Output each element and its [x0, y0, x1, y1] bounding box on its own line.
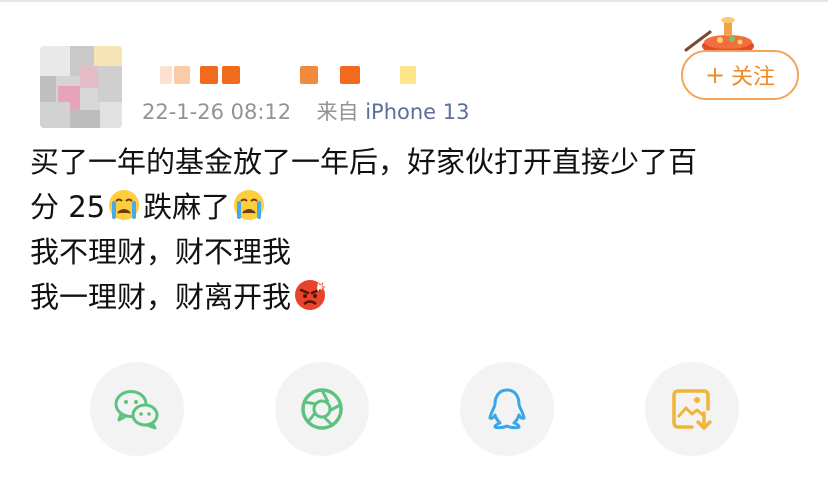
follow-label: 关注 [731, 65, 776, 90]
follow-button[interactable]: + 关注 [681, 50, 799, 100]
post-source-prefix: 来自 [316, 100, 359, 124]
post-timestamp: 22-1-26 08:12 [142, 100, 292, 124]
moments-icon [301, 388, 343, 430]
top-divider [0, 0, 828, 2]
post-line-2: 分 25 跌麻了 [30, 185, 800, 230]
save-image-icon [672, 389, 712, 430]
post-line-3: 我不理财，财不理我 [30, 235, 292, 269]
post-line-4: 我一理财，财离开我 [30, 275, 800, 320]
wechat-icon [114, 390, 159, 430]
post-line-2-text-b: 跌麻了 [143, 190, 231, 224]
username-redacted[interactable] [160, 66, 420, 84]
crying-face-icon [234, 190, 265, 220]
crying-face-icon [109, 190, 140, 220]
post-line-4-text: 我一理财，财离开我 [30, 280, 292, 314]
plus-icon: + [704, 61, 726, 89]
post-line-1: 买了一年的基金放了一年后，好家伙打开直接少了百 [30, 145, 698, 179]
post-line-2-text-a: 分 25 [30, 190, 106, 224]
share-qq-button[interactable] [460, 362, 554, 456]
avatar[interactable] [40, 46, 122, 128]
post-source-device[interactable]: iPhone 13 [365, 100, 469, 124]
qq-icon [488, 388, 526, 430]
share-wechat-button[interactable] [90, 362, 184, 456]
share-moments-button[interactable] [275, 362, 369, 456]
share-save-image-button[interactable] [645, 362, 739, 456]
post-body: 买了一年的基金放了一年后，好家伙打开直接少了百 分 25 跌麻了 我不理财，财不… [30, 140, 800, 320]
angry-face-icon [295, 280, 326, 310]
post-meta: 22-1-26 08:12 来自 iPhone 13 [142, 96, 470, 126]
